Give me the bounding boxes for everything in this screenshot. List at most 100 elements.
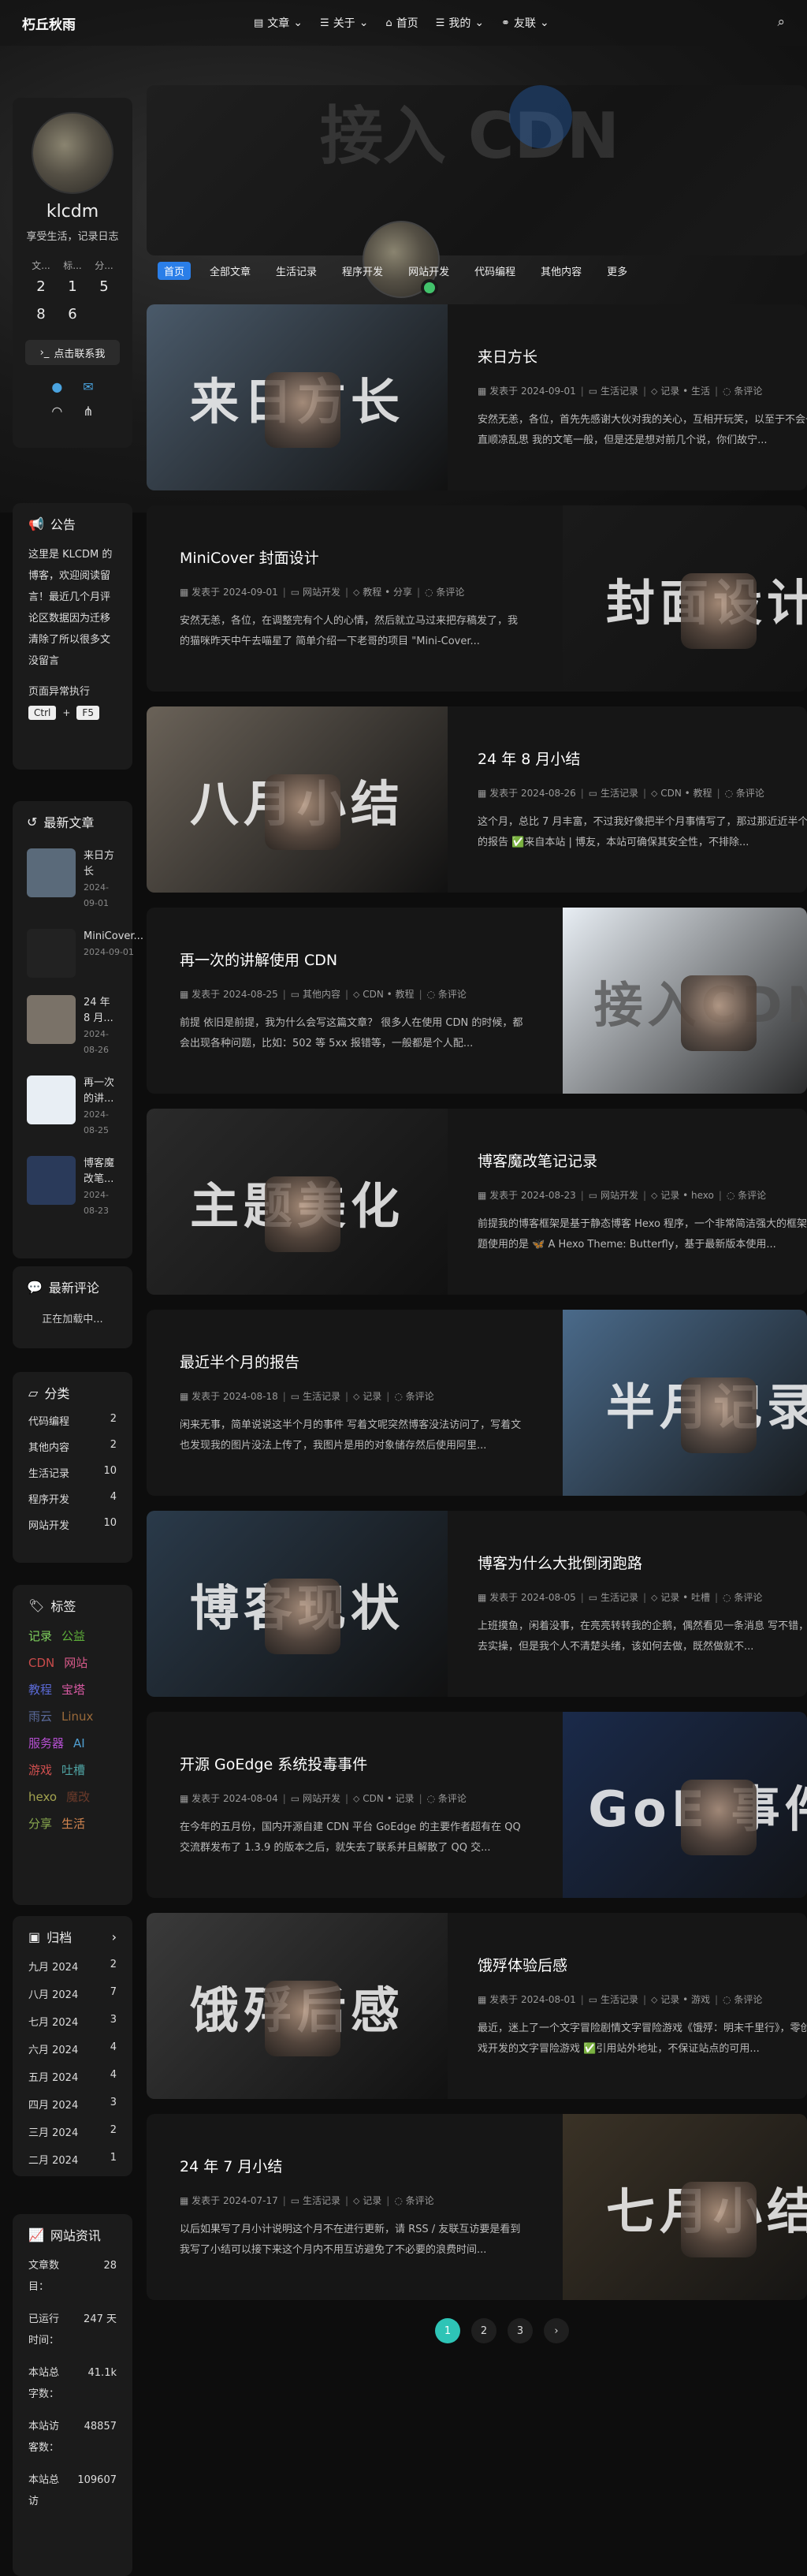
tag-item[interactable]: 记录 bbox=[28, 1623, 52, 1650]
archive-item[interactable]: 九月 2024 2 bbox=[28, 1959, 117, 1974]
tag-item[interactable]: 宝塔 bbox=[61, 1676, 85, 1703]
email-icon[interactable]: ✉ bbox=[83, 379, 93, 394]
post-card[interactable]: GoE 事件 开源 GoEdge 系统投毒事件 ▦ 发表于 2024-08-04|▭… bbox=[147, 1712, 807, 1898]
contact-button[interactable]: ›_ 点击联系我 bbox=[25, 340, 120, 365]
post-cover[interactable]: 八月小结 bbox=[147, 706, 448, 893]
recent-post-item[interactable]: 再一次的讲... 2024-08-25 bbox=[27, 1076, 118, 1139]
recent-post-item[interactable]: 24 年 8 月... 2024-08-26 bbox=[27, 995, 118, 1058]
post-card[interactable]: 接入CDN 再一次的讲解使用 CDN ▦ 发表于 2024-08-25|▭ 其他内容… bbox=[147, 908, 807, 1094]
post-category[interactable]: 生活记录 bbox=[303, 1391, 340, 1402]
tag-item[interactable]: 吐槽 bbox=[61, 1757, 85, 1784]
post-category[interactable]: 其他内容 bbox=[303, 989, 340, 1000]
tag-item[interactable]: 雨云 bbox=[28, 1703, 52, 1730]
post-category[interactable]: 生活记录 bbox=[601, 1994, 638, 2005]
post-comments[interactable]: 条评论 bbox=[736, 788, 764, 799]
tab-other[interactable]: 其他内容 bbox=[534, 262, 588, 280]
post-title[interactable]: 再一次的讲解使用 CDN bbox=[180, 949, 526, 970]
sitemap-icon[interactable]: ⋔ bbox=[83, 404, 93, 419]
post-title[interactable]: 开源 GoEdge 系统投毒事件 bbox=[180, 1753, 526, 1774]
recent-post-item[interactable]: 博客魔改笔... 2024-08-23 bbox=[27, 1156, 118, 1219]
post-cover[interactable]: 饿殍后感 bbox=[147, 1913, 448, 2099]
post-card[interactable]: 八月小结 24 年 8 月小结 ▦ 发表于 2024-08-26|▭ 生活记录|⬦ … bbox=[147, 706, 807, 893]
post-category[interactable]: 网站开发 bbox=[601, 1190, 638, 1201]
post-card[interactable]: 主题美化 博客魔改笔记记录 ▦ 发表于 2024-08-23|▭ 网站开发|⬦ 记录… bbox=[147, 1109, 807, 1295]
post-title[interactable]: 饿殍体验后感 bbox=[478, 1954, 807, 1975]
tab-home[interactable]: 首页 bbox=[158, 262, 192, 280]
tag-item[interactable]: 网站 bbox=[64, 1650, 87, 1676]
archive-item[interactable]: 八月 2024 7 bbox=[28, 1986, 117, 2001]
archive-item[interactable]: 五月 2024 4 bbox=[28, 2069, 117, 2084]
menu-about[interactable]: ☰ 关于 ⌄ bbox=[320, 15, 368, 31]
post-cover[interactable]: 博客现状 bbox=[147, 1511, 448, 1697]
post-card[interactable]: 饿殍后感 饿殍体验后感 ▦ 发表于 2024-08-01|▭ 生活记录|⬦ 记录 •… bbox=[147, 1913, 807, 2099]
recent-post-item[interactable]: MiniCover... 2024-09-01 bbox=[27, 929, 143, 978]
post-title[interactable]: 24 年 8 月小结 bbox=[478, 747, 807, 769]
post-title[interactable]: 最近半个月的报告 bbox=[180, 1351, 526, 1372]
post-category[interactable]: 网站开发 bbox=[303, 587, 340, 598]
tag-item[interactable]: 游戏 bbox=[28, 1757, 52, 1784]
category-item[interactable]: 生活记录 10 bbox=[28, 1465, 117, 1480]
post-tags[interactable]: 教程 • 分享 bbox=[363, 587, 412, 598]
page-1-button[interactable]: 1 bbox=[435, 2318, 460, 2343]
post-cover[interactable]: 接入CDN bbox=[563, 908, 807, 1094]
tag-item[interactable]: 教程 bbox=[28, 1676, 52, 1703]
post-comments[interactable]: 条评论 bbox=[406, 1391, 434, 1402]
post-tags[interactable]: 记录 • 游戏 bbox=[660, 1994, 710, 2005]
tab-all-articles[interactable]: 全部文章 bbox=[203, 262, 257, 280]
rss-icon[interactable]: ◠ bbox=[51, 404, 62, 419]
post-tags[interactable]: 记录 • hexo bbox=[660, 1190, 714, 1201]
post-title[interactable]: 24 年 7 月小结 bbox=[180, 2155, 526, 2176]
post-comments[interactable]: 条评论 bbox=[734, 1592, 762, 1603]
post-card[interactable]: 博客现状 博客为什么大批倒闭跑路 ▦ 发表于 2024-08-05|▭ 生活记录|⬦… bbox=[147, 1511, 807, 1697]
recent-post-item[interactable]: 来日方长 2024-09-01 bbox=[27, 848, 118, 911]
page-3-button[interactable]: 3 bbox=[508, 2318, 533, 2343]
post-card[interactable]: 七月小结 24 年 7 月小结 ▦ 发表于 2024-07-17|▭ 生活记录|⬦ … bbox=[147, 2114, 807, 2300]
stat-categories[interactable]: 分... 5 bbox=[88, 259, 120, 322]
tab-code[interactable]: 代码编程 bbox=[468, 262, 522, 280]
post-card[interactable]: 封面设计 MiniCover 封面设计 ▦ 发表于 2024-09-01|▭ 网站开… bbox=[147, 505, 807, 692]
post-category[interactable]: 网站开发 bbox=[303, 1793, 340, 1804]
github-icon[interactable]: ● bbox=[51, 379, 62, 394]
post-cover[interactable]: 来日方长 bbox=[147, 304, 448, 490]
tab-web[interactable]: 网站开发 bbox=[402, 262, 456, 280]
post-tags[interactable]: 记录 bbox=[363, 1391, 381, 1402]
post-category[interactable]: 生活记录 bbox=[601, 788, 638, 799]
tag-item[interactable]: CDN bbox=[28, 1650, 54, 1676]
post-comments[interactable]: 条评论 bbox=[438, 1793, 467, 1804]
category-item[interactable]: 程序开发 4 bbox=[28, 1491, 117, 1506]
post-comments[interactable]: 条评论 bbox=[436, 587, 464, 598]
page-2-button[interactable]: 2 bbox=[471, 2318, 496, 2343]
tag-item[interactable]: 公益 bbox=[61, 1623, 85, 1650]
post-cover[interactable]: 半月记录 bbox=[563, 1310, 807, 1496]
tag-item[interactable]: 魔改 bbox=[66, 1784, 90, 1810]
post-category[interactable]: 生活记录 bbox=[601, 386, 638, 397]
chevron-right-icon[interactable]: › bbox=[112, 1929, 117, 1944]
post-tags[interactable]: CDN • 教程 bbox=[363, 989, 414, 1000]
search-icon[interactable]: ⌕ bbox=[777, 14, 785, 30]
site-title[interactable]: 朽丘秋雨 bbox=[22, 13, 76, 33]
post-title[interactable]: MiniCover 封面设计 bbox=[180, 546, 526, 568]
menu-articles[interactable]: ▤ 文章 ⌄ bbox=[254, 15, 303, 31]
post-cover[interactable]: 主题美化 bbox=[147, 1109, 448, 1295]
post-comments[interactable]: 条评论 bbox=[406, 2195, 434, 2206]
archive-item[interactable]: 七月 2024 3 bbox=[28, 2014, 117, 2029]
next-page-button[interactable]: › bbox=[544, 2318, 569, 2343]
tab-life[interactable]: 生活记录 bbox=[270, 262, 323, 280]
menu-mine[interactable]: ☰ 我的 ⌄ bbox=[436, 15, 484, 31]
archive-item[interactable]: 四月 2024 3 bbox=[28, 2097, 117, 2112]
post-cover[interactable]: GoE 事件 bbox=[563, 1712, 807, 1898]
archive-item[interactable]: 二月 2024 1 bbox=[28, 2152, 117, 2167]
post-cover[interactable]: 七月小结 bbox=[563, 2114, 807, 2300]
post-comments[interactable]: 条评论 bbox=[734, 1994, 762, 2005]
post-title[interactable]: 博客为什么大批倒闭跑路 bbox=[478, 1552, 807, 1573]
post-cover[interactable]: 封面设计 bbox=[563, 505, 807, 692]
post-category[interactable]: 生活记录 bbox=[601, 1592, 638, 1603]
post-title[interactable]: 博客魔改笔记记录 bbox=[478, 1150, 807, 1171]
tag-item[interactable]: 服务器 bbox=[28, 1730, 64, 1757]
post-tags[interactable]: CDN • 记录 bbox=[363, 1793, 414, 1804]
tag-item[interactable]: 生活 bbox=[61, 1810, 85, 1837]
tag-item[interactable]: Linux bbox=[61, 1703, 93, 1730]
post-tags[interactable]: 记录 • 生活 bbox=[660, 386, 710, 397]
post-comments[interactable]: 条评论 bbox=[438, 989, 467, 1000]
post-category[interactable]: 生活记录 bbox=[303, 2195, 340, 2206]
